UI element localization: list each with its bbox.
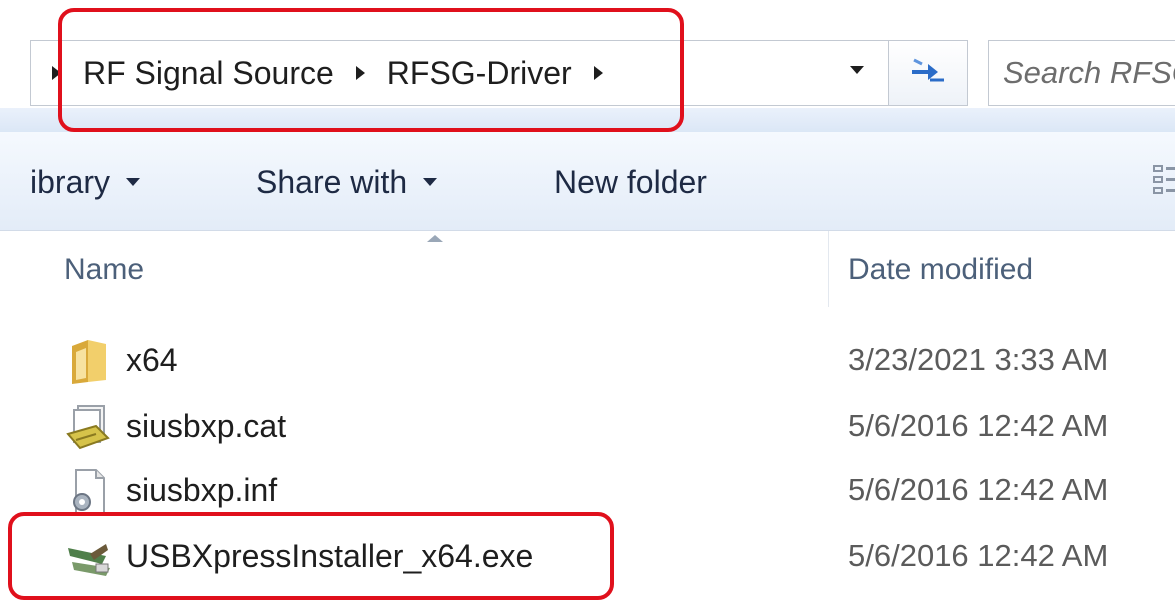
- share-with-label: Share with: [256, 163, 408, 200]
- file-row-x64[interactable]: x64 3/23/2021 3:33 AM: [0, 330, 1175, 394]
- search-box[interactable]: [988, 40, 1175, 106]
- folder-icon: [72, 340, 106, 384]
- breadcrumb-separator-icon[interactable]: [355, 66, 365, 80]
- chevron-down-icon: [423, 178, 438, 186]
- column-header-name[interactable]: Name: [64, 253, 144, 287]
- file-name: USBXpressInstaller_x64.exe: [126, 538, 534, 574]
- change-view-icon[interactable]: [1152, 162, 1175, 198]
- file-date-modified: 3/23/2021 3:33 AM: [848, 342, 1109, 377]
- file-date-modified: 5/6/2016 12:42 AM: [848, 538, 1109, 573]
- column-header-date-modified[interactable]: Date modified: [848, 253, 1033, 287]
- search-input[interactable]: [1003, 51, 1175, 95]
- new-folder-label: New folder: [554, 163, 707, 200]
- include-in-library-menu[interactable]: ibrary: [30, 160, 141, 204]
- file-name: siusbxp.inf: [126, 472, 278, 508]
- file-date-modified: 5/6/2016 12:42 AM: [848, 472, 1109, 507]
- include-in-library-label: ibrary: [30, 163, 111, 200]
- file-name: siusbxp.cat: [126, 408, 287, 444]
- file-row-siusbxp-cat[interactable]: siusbxp.cat 5/6/2016 12:42 AM: [0, 396, 1175, 460]
- installer-exe-icon: [68, 544, 110, 576]
- share-with-menu[interactable]: Share with: [256, 160, 438, 204]
- address-history-dropdown-icon[interactable]: [850, 66, 864, 74]
- command-toolbar: ibrary Share with New folder: [0, 132, 1175, 231]
- refresh-icon: [912, 58, 944, 82]
- file-name: x64: [126, 342, 178, 378]
- breadcrumb-separator-icon[interactable]: [52, 66, 61, 80]
- breadcrumb-item-rfsg-driver[interactable]: RFSG-Driver: [387, 55, 572, 92]
- new-folder-button[interactable]: New folder: [554, 160, 707, 204]
- security-catalog-icon: [66, 405, 110, 450]
- file-date-modified: 5/6/2016 12:42 AM: [848, 408, 1109, 443]
- column-header-row: Name Date modified: [0, 231, 1175, 311]
- file-row-usbxpressinstaller-exe[interactable]: USBXpressInstaller_x64.exe 5/6/2016 12:4…: [0, 526, 1175, 590]
- setup-info-file-icon: [73, 469, 105, 515]
- breadcrumb-subfolder-chevron-icon[interactable]: [593, 66, 603, 80]
- breadcrumb-item-rf-signal-source[interactable]: RF Signal Source: [83, 55, 334, 92]
- breadcrumb: RF Signal Source RFSG-Driver: [52, 48, 603, 98]
- sort-ascending-icon: [427, 235, 443, 242]
- refresh-button[interactable]: [888, 40, 968, 106]
- chevron-down-icon: [126, 178, 141, 186]
- file-row-siusbxp-inf[interactable]: siusbxp.inf 5/6/2016 12:42 AM: [0, 460, 1175, 524]
- column-divider[interactable]: [828, 231, 829, 307]
